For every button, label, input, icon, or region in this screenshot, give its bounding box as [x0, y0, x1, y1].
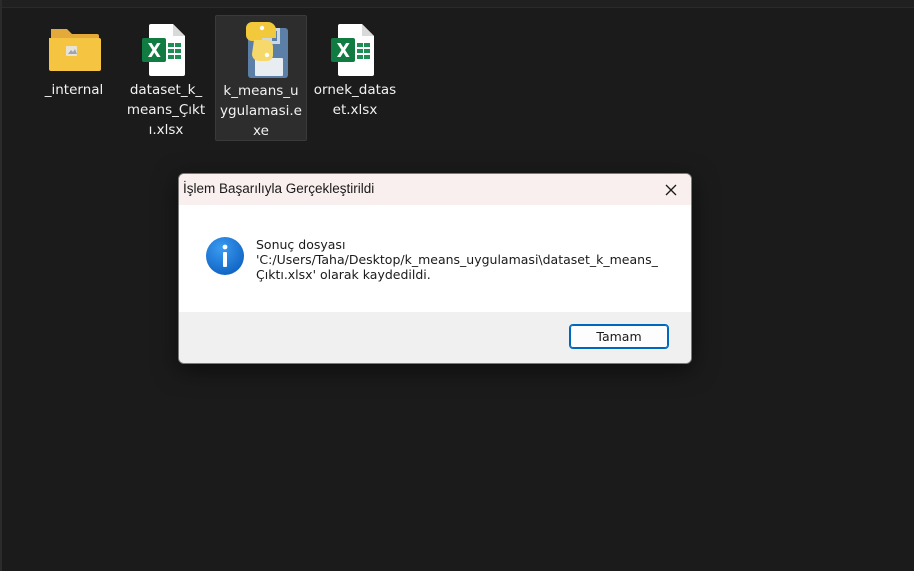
dialog-body: Sonuç dosyası 'C:/Users/Taha/Desktop/k_m… — [179, 205, 691, 312]
info-icon — [205, 236, 245, 276]
file-label: ornek_dataset.xlsx — [313, 82, 397, 118]
ok-button[interactable]: Tamam — [569, 324, 669, 349]
folder-icon — [43, 19, 105, 81]
file-item-dataset-output[interactable]: dataset_k_means_Çıktı.xlsx — [120, 15, 212, 141]
dialog-titlebar[interactable]: İşlem Başarılıyla Gerçekleştirildi — [179, 174, 691, 205]
close-button[interactable] — [659, 178, 683, 202]
file-item-ornek-dataset[interactable]: ornek_dataset.xlsx — [309, 15, 401, 141]
python-exe-icon — [230, 20, 292, 82]
file-label: k_means_uygulamasi.exe — [220, 83, 302, 139]
file-label: dataset_k_means_Çıktı.xlsx — [126, 82, 206, 138]
dialog-title: İşlem Başarılıyla Gerçekleştirildi — [183, 181, 375, 196]
window-left-edge — [0, 0, 2, 571]
window-top-strip — [0, 0, 914, 8]
excel-icon — [135, 19, 197, 81]
excel-icon — [324, 19, 386, 81]
file-item-internal[interactable]: _internal — [28, 15, 120, 141]
dialog-message: Sonuç dosyası 'C:/Users/Taha/Desktop/k_m… — [256, 237, 658, 282]
close-icon — [665, 184, 677, 196]
message-dialog: İşlem Başarılıyla Gerçekleştirildi Sonuç — [178, 173, 692, 364]
dialog-footer: Tamam — [179, 312, 691, 363]
file-item-k-means-exe[interactable]: k_means_uygulamasi.exe — [215, 15, 307, 141]
file-label: _internal — [44, 82, 104, 98]
